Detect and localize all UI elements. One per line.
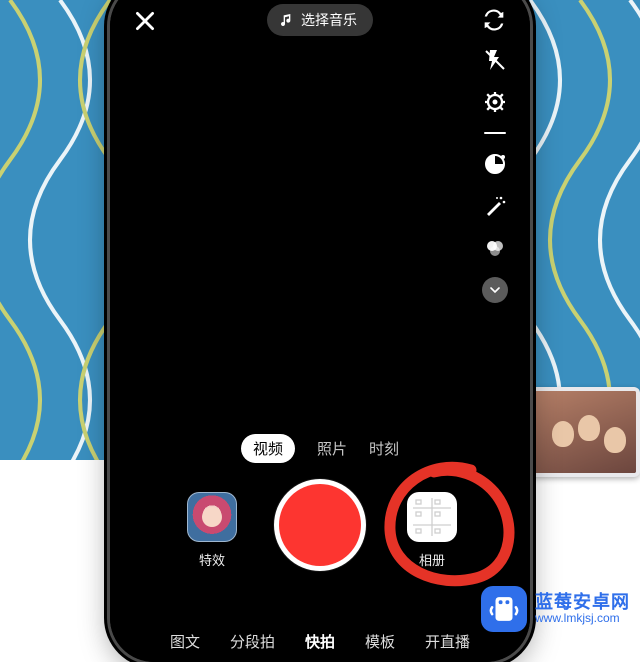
select-music-label: 选择音乐 (301, 10, 357, 30)
right-tool-rail (478, 46, 512, 304)
phone-frame: 选择音乐 (110, 0, 530, 662)
timer-icon (483, 152, 507, 176)
bottom-tabs: 图文 分段拍 快拍 模板 开直播 (110, 631, 530, 652)
site-watermark: 蓝莓安卓网 www.lmkjsj.com (477, 584, 634, 634)
album-thumb-icon (407, 492, 457, 542)
filters-button[interactable] (481, 234, 509, 262)
more-tools-button[interactable] (481, 276, 509, 304)
effects-button[interactable]: 特效 (184, 492, 240, 569)
capture-mode-switcher: 视频 照片 时刻 (110, 434, 530, 463)
effects-thumb-icon (187, 492, 237, 542)
mode-video[interactable]: 视频 (241, 434, 295, 463)
mode-moment[interactable]: 时刻 (369, 438, 399, 459)
shutter-button[interactable] (279, 484, 361, 566)
flash-button[interactable] (481, 46, 509, 74)
chevron-down-icon (487, 282, 503, 298)
flash-off-icon (483, 48, 507, 72)
album-button[interactable]: 相册 (404, 492, 460, 569)
music-note-icon (279, 12, 295, 28)
tab-template[interactable]: 模板 (365, 631, 395, 652)
close-icon (132, 8, 158, 34)
beautify-button[interactable] (481, 192, 509, 220)
gear-icon (483, 90, 507, 114)
tab-quickshot[interactable]: 快拍 (305, 631, 335, 652)
rail-divider (484, 132, 506, 134)
flip-camera-button[interactable] (480, 6, 508, 34)
select-music-button[interactable]: 选择音乐 (267, 4, 373, 36)
watermark-logo-icon (481, 586, 527, 632)
timer-button[interactable] (481, 150, 509, 178)
tab-live[interactable]: 开直播 (425, 631, 470, 652)
mode-photo[interactable]: 照片 (317, 438, 347, 459)
tab-segment[interactable]: 分段拍 (230, 631, 275, 652)
camera-screen: 选择音乐 (110, 0, 530, 662)
watermark-title: 蓝莓安卓网 (535, 592, 630, 613)
effects-label: 特效 (184, 550, 240, 569)
pip-video-tablet[interactable] (528, 387, 640, 477)
settings-button[interactable] (481, 88, 509, 116)
color-filters-icon (483, 236, 507, 260)
close-button[interactable] (132, 8, 158, 34)
flip-camera-icon (480, 6, 508, 34)
album-label: 相册 (404, 550, 460, 569)
watermark-url: www.lmkjsj.com (535, 612, 630, 626)
tab-graphic[interactable]: 图文 (170, 631, 200, 652)
magic-wand-icon (483, 194, 507, 218)
